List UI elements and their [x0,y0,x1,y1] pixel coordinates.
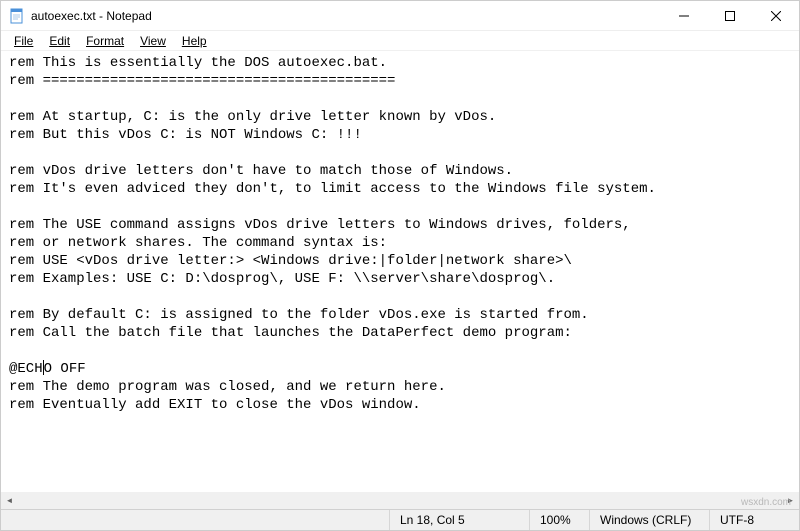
menu-edit-label: Edit [49,34,70,48]
line-part: @ECH [9,361,43,377]
menu-view[interactable]: View [133,33,173,49]
notepad-icon [9,8,25,24]
statusbar: Ln 18, Col 5 100% Windows (CRLF) UTF-8 [1,509,799,530]
line: rem or network shares. The command synta… [9,235,387,251]
line: rem By default C: is assigned to the fol… [9,307,589,323]
status-zoom: 100% [529,510,589,530]
window-controls [661,1,799,30]
line: rem vDos drive letters don't have to mat… [9,163,513,179]
line-part: O OFF [44,361,86,377]
menu-format[interactable]: Format [79,33,131,49]
status-encoding: UTF-8 [709,510,799,530]
line: rem But this vDos C: is NOT Windows C: !… [9,127,362,143]
line: rem The demo program was closed, and we … [9,379,446,395]
titlebar: autoexec.txt - Notepad [1,1,799,31]
line: rem Examples: USE C: D:\dosprog\, USE F:… [9,271,555,287]
menu-help[interactable]: Help [175,33,214,49]
menu-help-label: Help [182,34,207,48]
menubar: File Edit Format View Help [1,31,799,51]
menu-file-label: File [14,34,33,48]
menu-edit[interactable]: Edit [42,33,77,49]
menu-format-label: Format [86,34,124,48]
watermark: wsxdn.com [741,497,791,508]
status-lineending: Windows (CRLF) [589,510,709,530]
maximize-button[interactable] [707,1,753,30]
scroll-track[interactable] [18,492,782,509]
line: rem USE <vDos drive letter:> <Windows dr… [9,253,572,269]
line: rem Eventually add EXIT to close the vDo… [9,397,421,413]
close-button[interactable] [753,1,799,30]
status-position: Ln 18, Col 5 [389,510,529,530]
line: rem The USE command assigns vDos drive l… [9,217,631,233]
menu-file[interactable]: File [7,33,40,49]
line: rem ====================================… [9,73,395,89]
scroll-left-icon[interactable]: ◄ [1,492,18,509]
line: rem At startup, C: is the only drive let… [9,109,496,125]
line: rem It's even adviced they don't, to lim… [9,181,656,197]
line: rem This is essentially the DOS autoexec… [9,55,387,71]
menu-view-label: View [140,34,166,48]
text-editor[interactable]: rem This is essentially the DOS autoexec… [1,52,799,492]
horizontal-scrollbar[interactable]: ◄ ► [1,492,799,509]
window-title: autoexec.txt - Notepad [31,9,661,23]
minimize-button[interactable] [661,1,707,30]
line: rem Call the batch file that launches th… [9,325,572,341]
